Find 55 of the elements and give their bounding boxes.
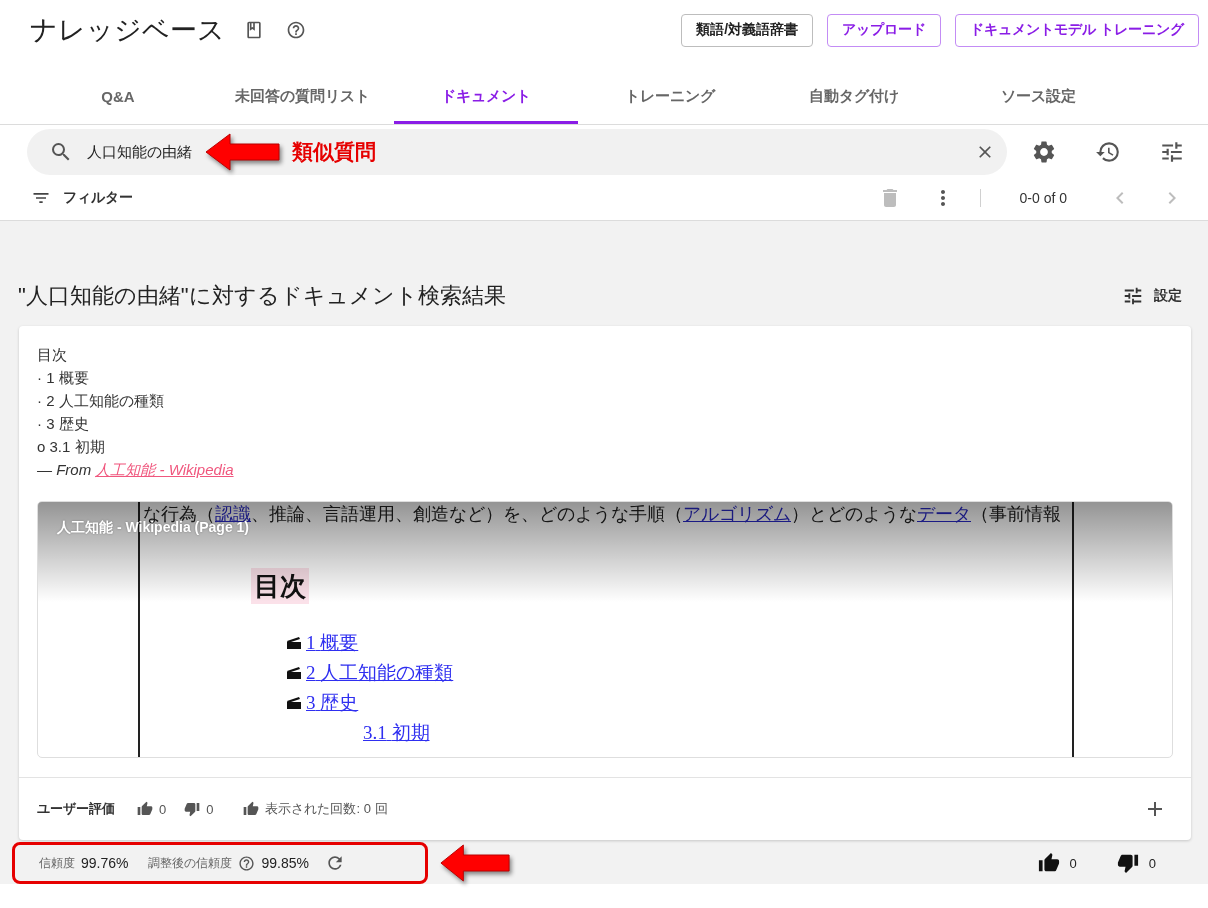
arrow-icon [205, 133, 280, 171]
outlined-button[interactable]: 類語/対義語辞書 [681, 13, 814, 47]
tab[interactable]: ソース設定 [946, 68, 1130, 124]
confidence-label: 信頼度 [39, 854, 75, 872]
tab[interactable]: 未回答の質問リスト [210, 68, 394, 124]
settings-button[interactable]: 設定 [1122, 284, 1182, 307]
thumb-down-icon [184, 801, 201, 817]
toc-link[interactable]: 3.1 初期 [363, 720, 430, 746]
excerpt-line: · 3 歴史 [37, 414, 90, 434]
annotation-label: 類似質問 [292, 139, 376, 165]
history-icon[interactable] [1095, 139, 1121, 165]
primary-button[interactable]: ドキュメントモデル トレーニング [955, 13, 1199, 47]
toc-link[interactable]: 1 概要 [306, 630, 359, 656]
thumb-up-icon [243, 801, 260, 817]
tune-icon[interactable] [1159, 139, 1185, 165]
filter-button[interactable]: フィルター [31, 187, 133, 208]
excerpt-line: 目次 [37, 345, 68, 365]
like-button[interactable]: 0 [137, 801, 167, 817]
toc-link[interactable]: 3 歴史 [306, 690, 359, 716]
help-icon[interactable] [286, 20, 306, 40]
tab[interactable]: トレーニング [578, 68, 762, 124]
confidence-value: 99.76% [81, 855, 129, 871]
text-link[interactable]: アルゴリズム [683, 504, 791, 524]
dislike-button[interactable]: 0 [1116, 852, 1156, 874]
page-title: ナレッジベース [30, 14, 225, 47]
book-icon[interactable] [244, 20, 264, 40]
tab[interactable]: 自動タグ付け [762, 68, 946, 124]
settings-icon[interactable] [1031, 139, 1057, 165]
arrow-icon [440, 844, 510, 882]
tab[interactable]: ドキュメント [394, 68, 578, 124]
text-link[interactable]: データ [917, 504, 971, 524]
thumb-down-icon [1116, 852, 1139, 874]
adjusted-confidence-value: 99.85% [261, 855, 309, 871]
toc-link[interactable]: 2 人工知能の種類 [306, 660, 454, 686]
contents-heading: 目次 [251, 568, 309, 604]
thumb-up-icon [1037, 852, 1060, 874]
tab[interactable]: Q&A [26, 68, 210, 124]
dislike-button[interactable]: 0 [184, 801, 214, 817]
rating-label: ユーザー評価 [37, 800, 115, 818]
adjusted-confidence-label: 調整後の信頼度 [148, 854, 233, 872]
excerpt-line: · 2 人工知能の種類 [37, 391, 165, 411]
primary-button[interactable]: アップロード [827, 13, 942, 47]
clapperboard-icon [287, 667, 301, 679]
results-title: "人口知能の由緒"に対するドキュメント検索結果 [18, 281, 506, 310]
clapperboard-icon [287, 637, 301, 649]
help-icon[interactable] [238, 854, 256, 872]
page-range: 0-0 of 0 [1019, 189, 1067, 206]
source-line: — From 人工知能 - Wikipedia [37, 460, 234, 480]
thumb-up-icon [137, 801, 153, 817]
excerpt-line: o 3.1 初期 [37, 437, 106, 457]
excerpt-line: · 1 概要 [37, 368, 90, 388]
clapperboard-icon [287, 697, 301, 709]
like-button[interactable]: 0 [1037, 852, 1077, 874]
view-count: 表示された回数: 0 回 [265, 800, 388, 818]
text-link[interactable]: 認識 [215, 504, 251, 524]
